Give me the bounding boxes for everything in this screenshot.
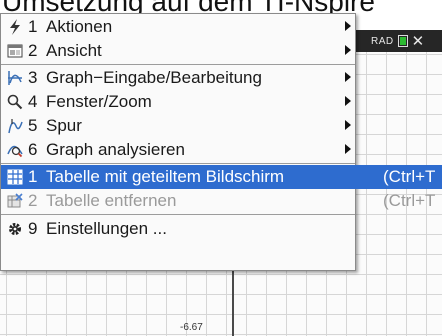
menu-item-ansicht[interactable]: 2 Ansicht — [1, 39, 355, 63]
menu-item-number: 6 — [28, 140, 38, 159]
view-icon — [4, 41, 26, 61]
submenu-arrow-icon — [345, 144, 351, 154]
menu-item-number: 2 — [28, 41, 38, 60]
menu-item-number: 1 — [28, 167, 38, 186]
menu-item-number: 3 — [28, 68, 38, 87]
remove-table-icon — [4, 191, 26, 211]
context-menu: 1 Aktionen 2 Ansicht 3 Graph−Eingabe/Bea… — [0, 13, 442, 271]
menu-item-label: Einstellungen ... — [46, 219, 167, 238]
menu-item-number: 5 — [28, 116, 38, 135]
menu-item-number: 9 — [28, 219, 38, 238]
menu-item-einstellungen[interactable]: 9 Einstellungen ... — [1, 217, 355, 241]
menu-item-number: 2 — [28, 191, 38, 210]
battery-icon — [397, 35, 408, 47]
menu-item-label: Graph analysieren — [46, 140, 185, 159]
menu-separator — [1, 214, 355, 215]
submenu-arrow-icon — [345, 120, 351, 130]
table-icon — [4, 167, 26, 187]
trace-icon — [4, 116, 26, 136]
gear-icon — [4, 219, 26, 239]
lightning-icon — [4, 17, 26, 37]
menu-item-label: Fenster/Zoom — [46, 92, 152, 111]
menu-separator — [1, 64, 355, 65]
menu-item-graph-eingabe[interactable]: 3 Graph−Eingabe/Bearbeitung — [1, 66, 355, 90]
magnifier-icon — [4, 92, 26, 112]
menu-item-number: 4 — [28, 92, 38, 111]
menu-item-label: Graph−Eingabe/Bearbeitung — [46, 68, 262, 87]
menu-item-shortcut: (Ctrl+T — [383, 167, 436, 186]
menu-item-label: Tabelle mit geteiltem Bildschirm — [46, 167, 285, 186]
graph-edit-icon — [4, 68, 26, 88]
submenu-arrow-icon — [345, 21, 351, 31]
angle-mode-indicator: RAD — [371, 35, 394, 47]
menu-item-aktionen[interactable]: 1 Aktionen — [1, 15, 355, 39]
y-axis-tick-label: -6.67 — [180, 322, 203, 333]
menu-item-graph-analysieren[interactable]: 6 Graph analysieren — [1, 138, 355, 162]
submenu-arrow-icon — [345, 96, 351, 106]
menu-separator — [1, 163, 355, 164]
menu-item-tabelle-entfernen: 2 Tabelle entfernen (Ctrl+T — [1, 189, 435, 213]
submenu-arrow-icon — [345, 72, 351, 82]
menu-item-shortcut: (Ctrl+T — [383, 191, 436, 210]
menu-item-label: Tabelle entfernen — [46, 191, 177, 210]
menu-item-label: Spur — [46, 116, 82, 135]
menu-item-fenster-zoom[interactable]: 4 Fenster/Zoom — [1, 90, 355, 114]
menu-item-label: Aktionen — [46, 17, 113, 36]
menu-item-spur[interactable]: 5 Spur — [1, 114, 355, 138]
analyze-graph-icon — [4, 140, 26, 160]
menu-item-tabelle-geteilt[interactable]: 1 Tabelle mit geteiltem Bildschirm (Ctrl… — [1, 165, 442, 189]
menu-item-label: Ansicht — [46, 41, 102, 60]
submenu-arrow-icon — [345, 45, 351, 55]
menu-item-number: 1 — [28, 17, 38, 36]
close-icon[interactable]: ✕ — [412, 34, 425, 49]
status-bar: RAD ✕ — [355, 30, 442, 52]
